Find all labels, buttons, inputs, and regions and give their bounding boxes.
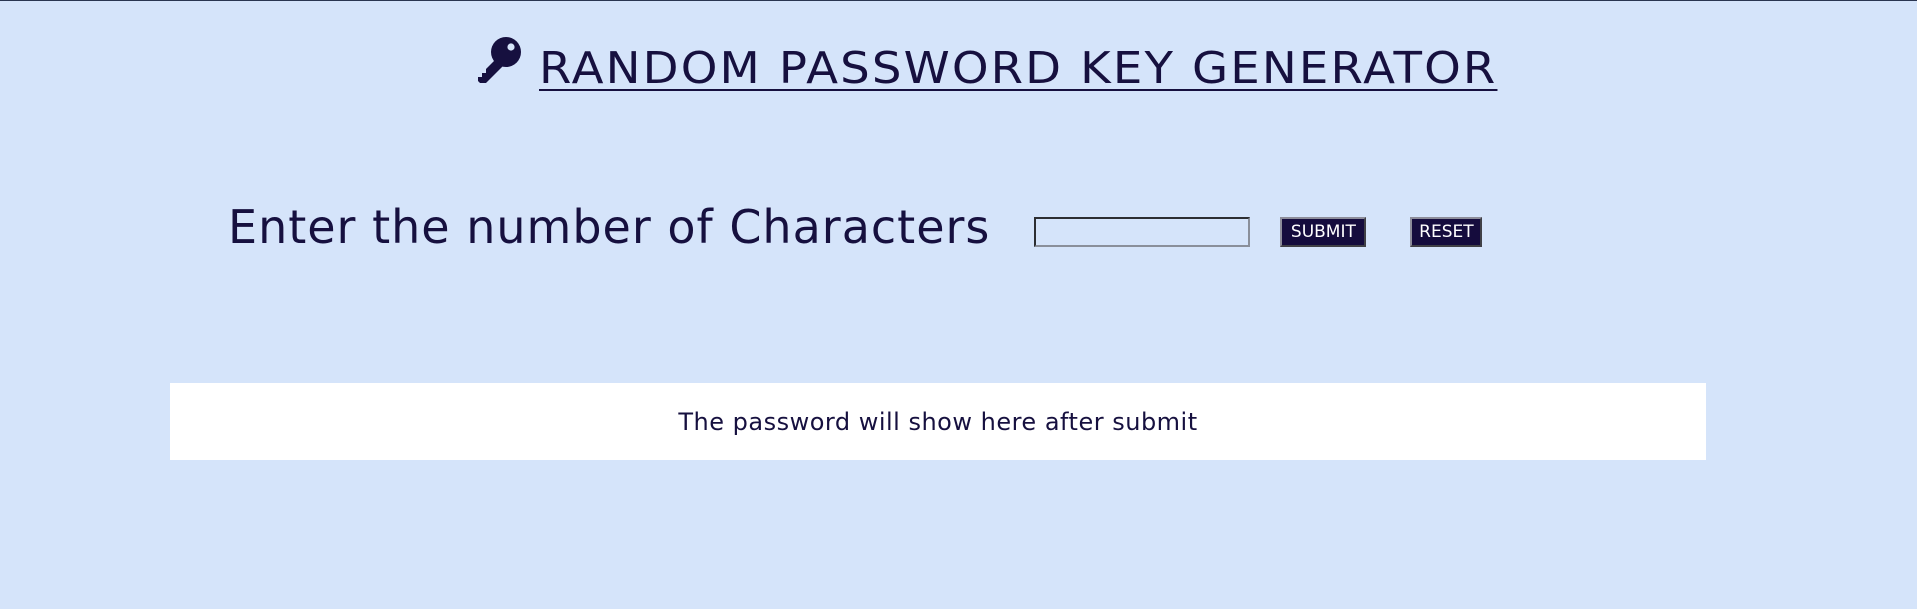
submit-button[interactable]: SUBMIT xyxy=(1280,217,1367,247)
page-title: RANDOM PASSWORD KEY GENERATOR xyxy=(538,43,1498,94)
password-output-text: The password will show here after submit xyxy=(678,407,1198,436)
character-count-label: Enter the number of Characters xyxy=(228,200,991,254)
page-header: RANDOM PASSWORD KEY GENERATOR xyxy=(0,35,1917,94)
key-icon xyxy=(477,37,521,83)
character-count-form: Enter the number of Characters SUBMIT RE… xyxy=(228,197,1483,257)
reset-button[interactable]: RESET xyxy=(1410,217,1483,247)
password-output-box: The password will show here after submit xyxy=(170,383,1706,460)
character-count-input[interactable] xyxy=(1034,217,1251,247)
